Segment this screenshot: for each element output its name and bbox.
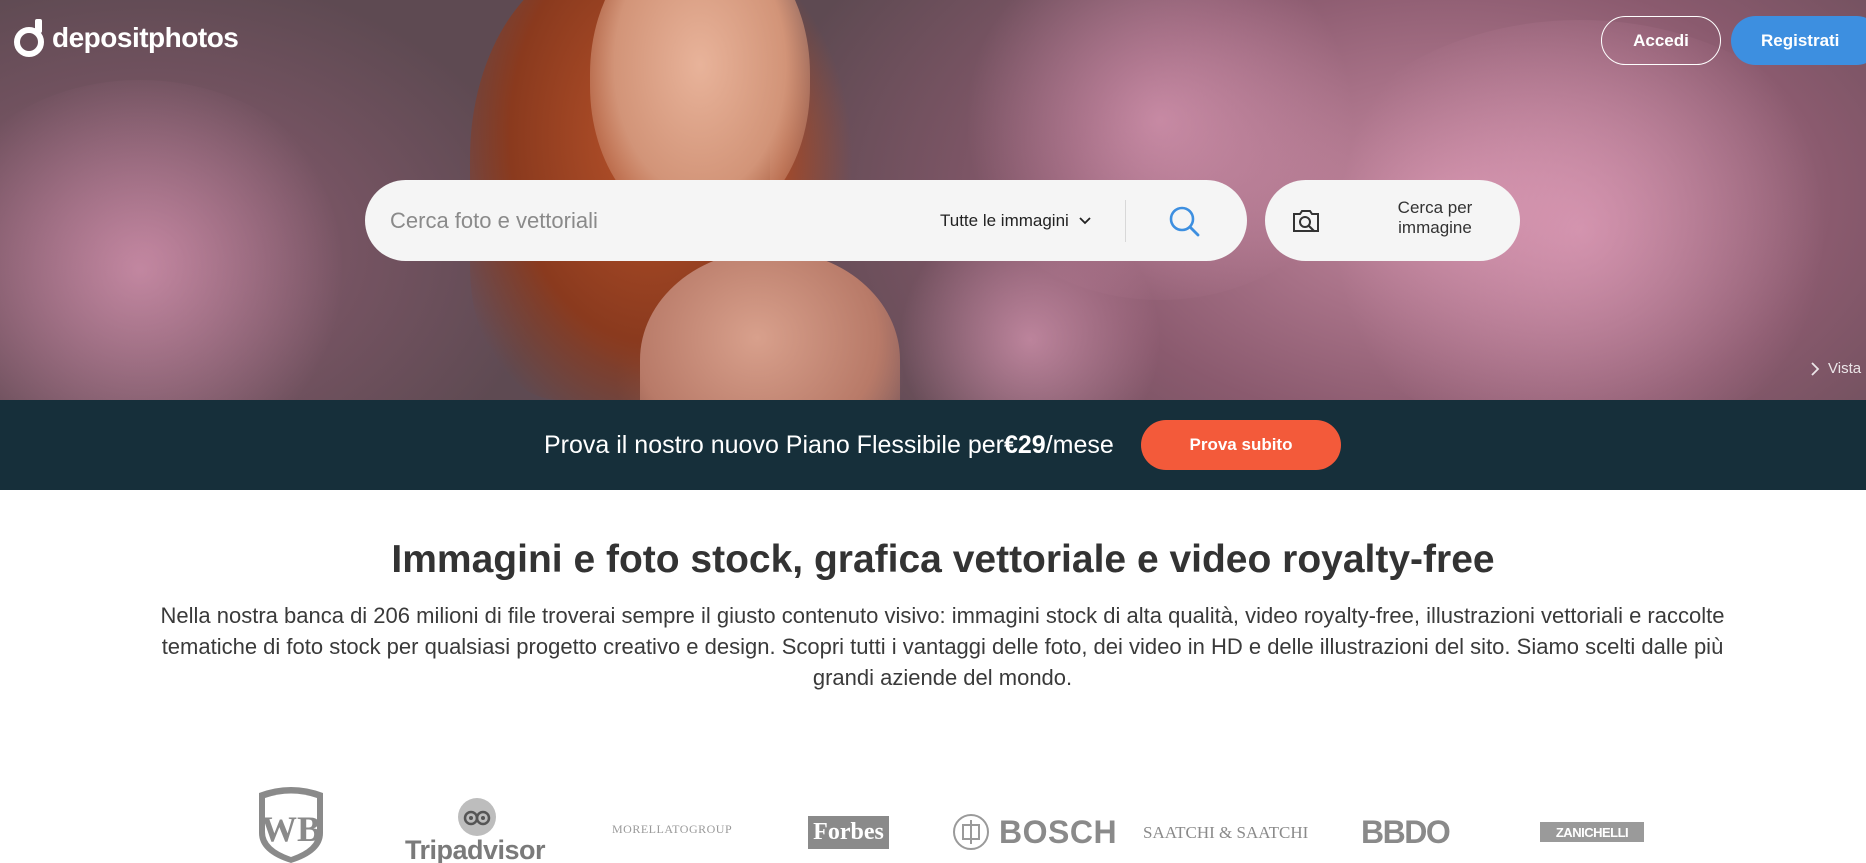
warner-bros-logo: WB [259,787,323,863]
saatchi-logo: SAATCHI & SAATCHI [1143,823,1309,842]
promo-text-before: Prova il nostro nuovo Piano Flessibile p… [544,430,1004,459]
depositphotos-logo-icon [14,19,44,57]
search-divider [1125,200,1126,242]
search-icon [1169,206,1200,237]
view-link-label: Vista [1828,360,1862,377]
logo[interactable]: depositphotos [14,16,239,60]
bbdo-logo: BBDO [1361,814,1451,850]
zanichelli-logo: ZANICHELLI [1540,822,1644,842]
morellato-logo: MORELLATOGROUP [612,822,733,836]
wb-logo-text: WB [261,809,321,849]
chevron-down-icon [1079,216,1091,224]
chevron-right-icon [1811,361,1820,376]
view-link[interactable]: Vista [1810,360,1861,377]
bosch-logo: BOSCH [953,814,1117,850]
page-title: Immagini e foto stock, grafica vettorial… [391,538,1495,581]
camera-search-icon [1293,210,1319,233]
promo-text-after: /mese [1045,430,1114,459]
search-bar: Tutte le immagini [365,180,1247,261]
forbes-logo: Forbes [808,816,889,849]
image-type-select[interactable]: Tutte le immagini [940,180,1091,261]
tripadvisor-logo-text: Tripadvisor [405,835,546,863]
logo-text: depositphotos [52,22,239,53]
promo-price: €29 [1003,430,1046,459]
try-now-button[interactable]: Prova subito [1141,420,1341,470]
register-button[interactable]: Registrati [1731,16,1866,65]
image-type-selected-label: Tutte le immagini [940,210,1069,230]
tripadvisor-owl-icon [458,798,496,836]
promo-text: Prova il nostro nuovo Piano Flessibile p… [544,400,1114,490]
search-input[interactable] [390,180,910,261]
tripadvisor-logo: Tripadvisor [405,798,547,863]
hero-blossom-decoration [0,80,360,400]
search-button[interactable] [1155,192,1213,250]
promo-bar: Prova il nostro nuovo Piano Flessibile p… [0,400,1866,490]
page-description: Nella nostra banca di 206 milioni di fil… [160,603,1725,690]
bosch-ring-icon [953,814,989,850]
client-logos: WB Tripadvisor [0,770,1866,863]
image-search-button[interactable]: Cerca per immagine [1265,180,1520,261]
login-button[interactable]: Accedi [1601,16,1721,65]
bosch-logo-text: BOSCH [999,813,1118,850]
image-search-label: Cerca per immagine [1397,198,1473,237]
